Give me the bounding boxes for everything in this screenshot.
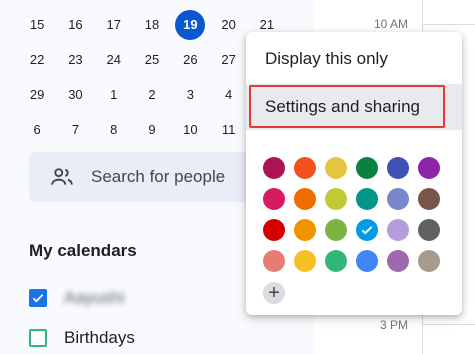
calendar-item-aayushi[interactable]: Aayushi: [29, 286, 124, 310]
color-swatch[interactable]: [263, 218, 285, 241]
color-swatch[interactable]: [418, 249, 440, 272]
mini-calendar-day[interactable]: 3: [171, 80, 209, 110]
color-swatch[interactable]: [325, 218, 347, 241]
grid-hour-line: [422, 24, 475, 25]
mini-calendar-day[interactable]: 6: [18, 115, 56, 145]
color-swatch[interactable]: [325, 187, 347, 210]
mini-calendar-day[interactable]: 10: [171, 115, 209, 145]
color-swatch[interactable]: [418, 156, 440, 179]
mini-calendar-day[interactable]: 18: [133, 10, 171, 40]
color-swatch[interactable]: [387, 218, 409, 241]
color-swatch[interactable]: [263, 249, 285, 272]
color-swatch[interactable]: [294, 218, 316, 241]
mini-calendar-day[interactable]: 22: [18, 45, 56, 75]
calendar-label: Aayushi: [64, 288, 125, 307]
color-row: [263, 183, 449, 214]
color-swatch[interactable]: [418, 218, 440, 241]
color-swatch[interactable]: [263, 187, 285, 210]
mini-calendar-day[interactable]: 26: [171, 45, 209, 75]
color-swatch[interactable]: [356, 156, 378, 179]
color-swatch[interactable]: [387, 187, 409, 210]
highlight-outline: [249, 85, 445, 128]
color-row: [263, 245, 449, 276]
search-label: Search for people: [91, 167, 226, 186]
add-custom-color-button[interactable]: +: [263, 282, 285, 304]
color-swatch[interactable]: [418, 187, 440, 210]
mini-calendar-day[interactable]: 29: [18, 80, 56, 110]
color-swatch[interactable]: [325, 156, 347, 179]
color-swatch[interactable]: [387, 156, 409, 179]
color-swatch[interactable]: [294, 156, 316, 179]
mini-calendar-day[interactable]: 19: [175, 9, 206, 40]
mini-calendar-day[interactable]: 2: [133, 80, 171, 110]
check-icon: [361, 225, 373, 235]
color-swatch[interactable]: [294, 249, 316, 272]
calendar-label: Birthdays: [64, 328, 135, 347]
color-palette: +: [263, 152, 449, 304]
check-icon: [32, 294, 44, 303]
color-swatch[interactable]: [294, 187, 316, 210]
mini-calendar-day[interactable]: 25: [133, 45, 171, 75]
my-calendars-heading[interactable]: My calendars: [29, 241, 137, 261]
color-swatch[interactable]: [356, 249, 378, 272]
color-swatch[interactable]: [325, 249, 347, 272]
mini-calendar-day[interactable]: 16: [56, 10, 94, 40]
mini-calendar-day[interactable]: 15: [18, 10, 56, 40]
time-label: 3 PM: [379, 318, 408, 332]
mini-calendar-day[interactable]: 23: [56, 45, 94, 75]
mini-calendar-day[interactable]: 9: [133, 115, 171, 145]
mini-calendar-day[interactable]: 17: [95, 10, 133, 40]
color-swatch[interactable]: [356, 187, 378, 210]
calendar-item-birthdays[interactable]: Birthdays: [29, 326, 135, 350]
color-row: [263, 152, 449, 183]
time-label: 10 AM: [373, 17, 408, 31]
search-for-people[interactable]: Search for people: [29, 152, 259, 202]
color-row: [263, 214, 449, 245]
mini-calendar-day[interactable]: 30: [56, 80, 94, 110]
calendar-options-menu: Display this only Settings and sharing +: [246, 32, 462, 315]
mini-calendar-day[interactable]: 27: [209, 45, 247, 75]
mini-calendar-day[interactable]: 4: [209, 80, 247, 110]
display-this-only-item[interactable]: Display this only: [246, 36, 462, 82]
grid-hour-line: [422, 324, 475, 325]
mini-calendar-day[interactable]: 7: [56, 115, 94, 145]
calendar-checkbox[interactable]: [29, 289, 47, 307]
mini-calendar-day[interactable]: 24: [95, 45, 133, 75]
mini-calendar-day[interactable]: 8: [95, 115, 133, 145]
people-icon: [51, 168, 73, 185]
mini-calendar-day[interactable]: 11: [209, 115, 247, 145]
color-swatch-selected[interactable]: [356, 218, 378, 241]
color-swatch[interactable]: [263, 156, 285, 179]
color-swatch[interactable]: [387, 249, 409, 272]
mini-calendar-day[interactable]: 1: [95, 80, 133, 110]
mini-calendar-day[interactable]: 20: [209, 10, 247, 40]
calendar-checkbox[interactable]: [29, 329, 47, 347]
